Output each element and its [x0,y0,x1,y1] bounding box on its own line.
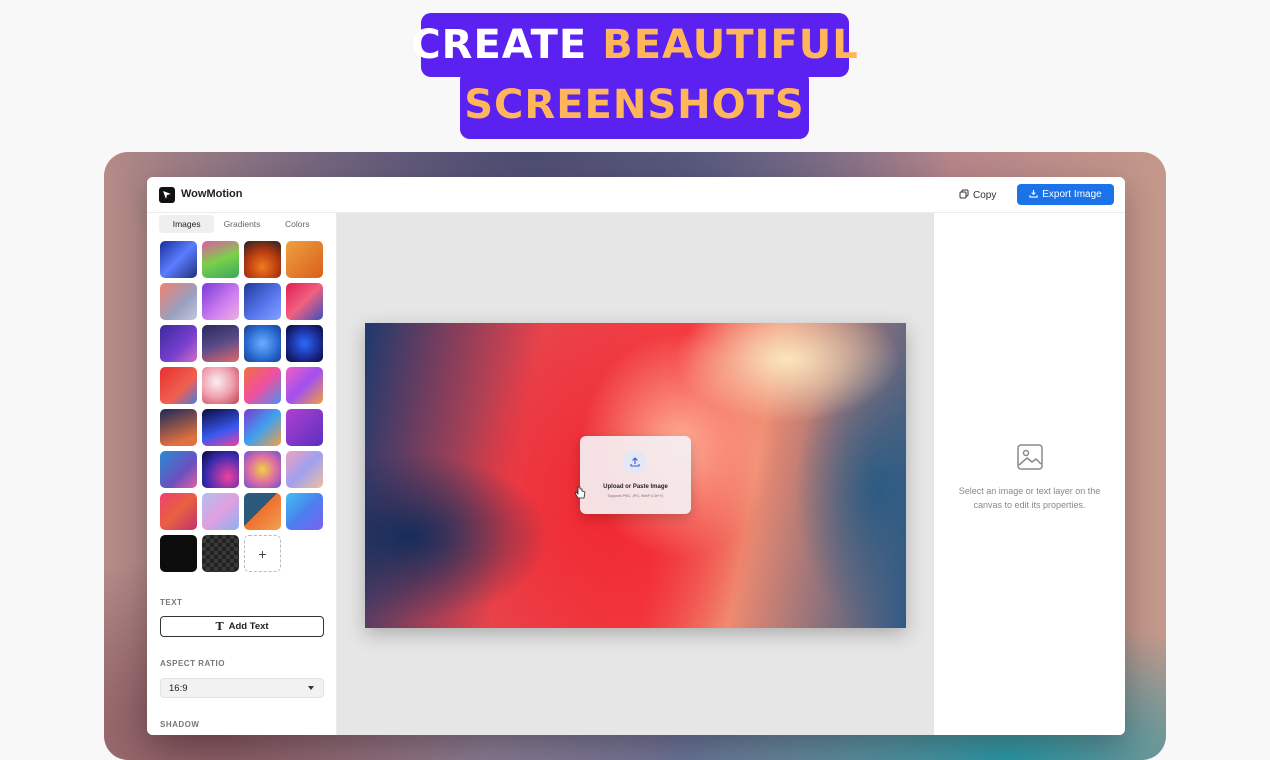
upload-title: Upload or Paste Image [603,484,668,490]
tab-colors[interactable]: Colors [270,215,325,233]
background-swatch[interactable] [286,451,323,488]
background-swatch[interactable] [160,451,197,488]
background-swatch[interactable] [202,367,239,404]
background-swatch[interactable] [202,493,239,530]
copy-button[interactable]: Copy [959,185,996,205]
tab-images[interactable]: Images [159,215,215,233]
add-text-label: Add Text [228,621,269,632]
canvas-area: Upload or Paste Image Supports PNG, JPG,… [337,213,934,735]
background-swatch[interactable] [286,283,323,320]
copy-icon [959,189,969,202]
background-swatch[interactable] [244,451,281,488]
upload-icon [623,450,647,474]
background-swatch[interactable] [160,493,197,530]
export-label: Export Image [1042,189,1102,200]
upload-dropzone[interactable]: Upload or Paste Image Supports PNG, JPG,… [580,436,691,514]
export-image-button[interactable]: Export Image [1017,184,1114,205]
image-placeholder-icon [1017,444,1043,470]
text-section-label: TEXT [160,598,183,607]
background-swatch[interactable] [160,367,197,404]
background-swatch[interactable] [202,451,239,488]
cursor-logo-icon [159,187,175,203]
background-swatch-black[interactable] [160,535,197,572]
background-swatch[interactable] [286,367,323,404]
download-icon [1029,189,1038,201]
properties-panel: Select an image or text layer on the can… [934,213,1125,735]
app-title: WowMotion [181,188,243,200]
app-window: WowMotion Copy Export Image Images Gradi… [147,177,1125,735]
tab-gradients[interactable]: Gradients [214,215,269,233]
screenshot-canvas[interactable]: Upload or Paste Image Supports PNG, JPG,… [365,323,906,628]
background-swatch[interactable] [160,409,197,446]
background-swatch[interactable] [160,283,197,320]
background-swatch[interactable] [160,325,197,362]
aspect-ratio-value: 16:9 [169,682,188,694]
copy-label: Copy [973,189,997,201]
add-text-button[interactable]: T Add Text [160,616,324,637]
background-swatch[interactable] [286,493,323,530]
background-swatch[interactable] [244,283,281,320]
upload-subtitle: Supports PNG, JPG, WebP (Ctrl+V) [607,494,664,498]
top-bar: WowMotion Copy Export Image [147,177,1125,213]
hero-word-create: CREATE [411,22,588,68]
background-swatch[interactable] [244,409,281,446]
shadow-section-label: SHADOW [160,720,200,729]
hero-word-beautiful: BEAUTIFUL [602,22,859,68]
background-swatch[interactable] [202,409,239,446]
add-background-button[interactable]: + [244,535,281,572]
background-swatch[interactable] [202,283,239,320]
background-swatch[interactable] [286,325,323,362]
hero-word-screenshots: SCREENSHOTS [464,81,805,128]
hero-title-line-2: SCREENSHOTS [460,70,809,139]
background-swatch-transparent[interactable] [202,535,239,572]
aspect-ratio-select[interactable]: 16:9 [160,678,324,698]
background-swatch[interactable] [286,241,323,278]
chevron-down-icon [308,686,314,690]
hero-title-line-1: CREATE BEAUTIFUL [411,13,858,77]
background-swatch[interactable] [286,409,323,446]
background-swatch[interactable] [244,241,281,278]
background-swatch[interactable] [202,241,239,278]
background-swatch[interactable] [202,325,239,362]
sidebar: Images Gradients Colors + TEXT T Add Tex… [147,213,337,735]
background-swatch[interactable] [160,241,197,278]
hand-cursor-icon [574,486,586,499]
text-tool-icon: T [215,620,224,633]
background-tabs: Images Gradients Colors [159,215,325,233]
background-swatch[interactable] [244,325,281,362]
properties-empty-message: Select an image or text layer on the can… [958,486,1101,510]
background-swatch[interactable] [244,493,281,530]
aspect-ratio-label: ASPECT RATIO [160,659,225,668]
background-swatch[interactable] [244,367,281,404]
